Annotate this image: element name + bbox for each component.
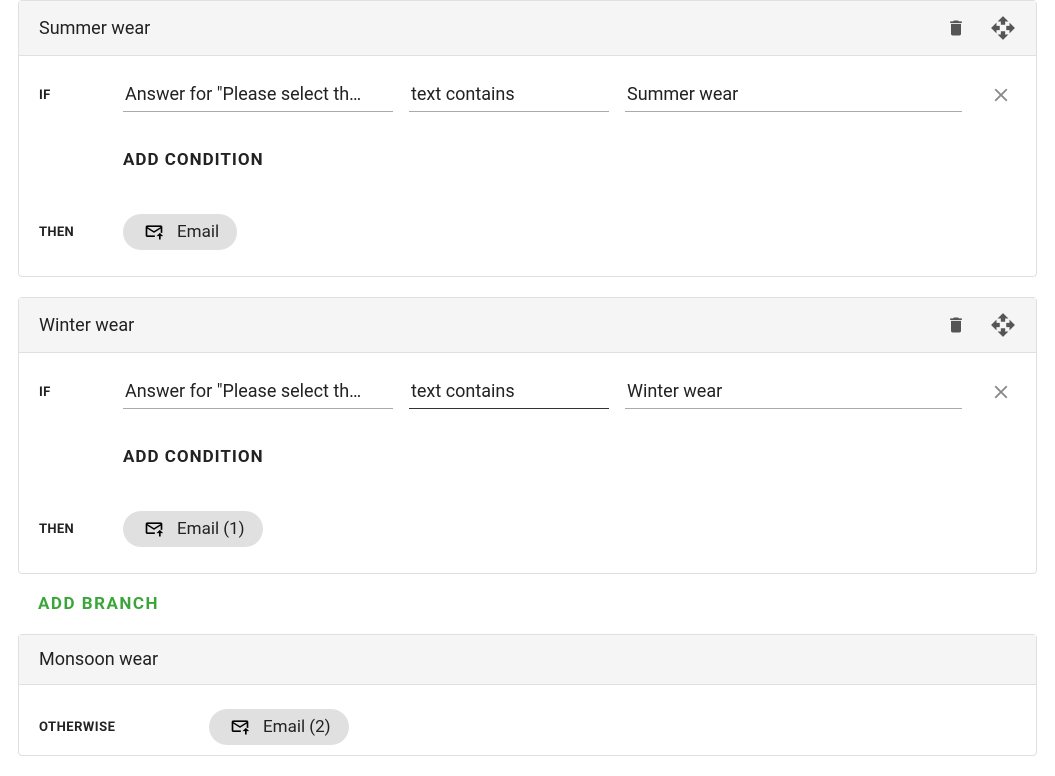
branch-card: Summer wear IF Answer for "Please select… bbox=[18, 0, 1037, 277]
add-condition-button[interactable]: ADD CONDITION bbox=[123, 447, 264, 467]
branch-title: Winter wear bbox=[39, 315, 134, 336]
action-chip-label: Email (2) bbox=[263, 717, 331, 737]
remove-condition-button[interactable] bbox=[986, 377, 1016, 407]
email-send-icon bbox=[227, 717, 253, 737]
otherwise-title: Monsoon wear bbox=[39, 649, 158, 670]
action-chip-email[interactable]: Email (2) bbox=[209, 709, 349, 745]
then-row: THEN Email (1) bbox=[39, 511, 1016, 547]
trash-icon bbox=[946, 314, 966, 336]
branch-title: Summer wear bbox=[39, 18, 150, 39]
branch-header-actions bbox=[946, 15, 1016, 41]
branch-body: IF Answer for "Please select th… text co… bbox=[19, 353, 1036, 573]
add-branch-row: ADD BRANCH bbox=[0, 594, 1055, 634]
condition-fields: Answer for "Please select th… text conta… bbox=[123, 78, 1016, 112]
otherwise-header: Monsoon wear bbox=[19, 635, 1036, 685]
then-label: THEN bbox=[39, 225, 123, 240]
branch-header: Summer wear bbox=[19, 1, 1036, 56]
then-label: THEN bbox=[39, 522, 123, 537]
otherwise-card: Monsoon wear OTHERWISE Email (2) bbox=[18, 634, 1037, 756]
add-branch-button[interactable]: ADD BRANCH bbox=[38, 594, 159, 614]
otherwise-label: OTHERWISE bbox=[39, 720, 209, 735]
delete-branch-button[interactable] bbox=[946, 17, 966, 39]
then-row: THEN Email bbox=[39, 214, 1016, 250]
branch-card: Winter wear IF Answer for "Please select… bbox=[18, 297, 1037, 574]
otherwise-body: OTHERWISE Email (2) bbox=[19, 685, 1036, 755]
action-chip-email[interactable]: Email bbox=[123, 214, 237, 250]
condition-answer-dropdown[interactable]: Answer for "Please select th… bbox=[123, 78, 393, 112]
condition-answer-dropdown[interactable]: Answer for "Please select th… bbox=[123, 375, 393, 409]
close-icon bbox=[990, 84, 1012, 106]
condition-operator-dropdown[interactable]: text contains bbox=[409, 375, 609, 409]
trash-icon bbox=[946, 17, 966, 39]
branch-header-actions bbox=[946, 312, 1016, 338]
if-label: IF bbox=[39, 385, 123, 400]
delete-branch-button[interactable] bbox=[946, 314, 966, 336]
add-condition-row: ADD CONDITION bbox=[39, 150, 1016, 170]
action-chip-label: Email (1) bbox=[177, 519, 245, 539]
condition-fields: Answer for "Please select th… text conta… bbox=[123, 375, 1016, 409]
move-branch-handle[interactable] bbox=[990, 312, 1016, 338]
branch-header: Winter wear bbox=[19, 298, 1036, 353]
otherwise-row: OTHERWISE Email (2) bbox=[39, 709, 1016, 745]
action-chip-label: Email bbox=[177, 222, 219, 242]
branch-body: IF Answer for "Please select th… text co… bbox=[19, 56, 1036, 276]
email-send-icon bbox=[141, 519, 167, 539]
close-icon bbox=[990, 381, 1012, 403]
condition-row: IF Answer for "Please select th… text co… bbox=[39, 375, 1016, 409]
add-condition-row: ADD CONDITION bbox=[39, 447, 1016, 467]
condition-value-input[interactable]: Summer wear bbox=[625, 78, 962, 112]
add-condition-button[interactable]: ADD CONDITION bbox=[123, 150, 264, 170]
email-send-icon bbox=[141, 222, 167, 242]
move-branch-handle[interactable] bbox=[990, 15, 1016, 41]
condition-row: IF Answer for "Please select th… text co… bbox=[39, 78, 1016, 112]
if-label: IF bbox=[39, 88, 123, 103]
condition-value-input[interactable]: Winter wear bbox=[625, 375, 962, 409]
condition-operator-dropdown[interactable]: text contains bbox=[409, 78, 609, 112]
move-icon bbox=[990, 312, 1016, 338]
action-chip-email[interactable]: Email (1) bbox=[123, 511, 263, 547]
move-icon bbox=[990, 15, 1016, 41]
remove-condition-button[interactable] bbox=[986, 80, 1016, 110]
